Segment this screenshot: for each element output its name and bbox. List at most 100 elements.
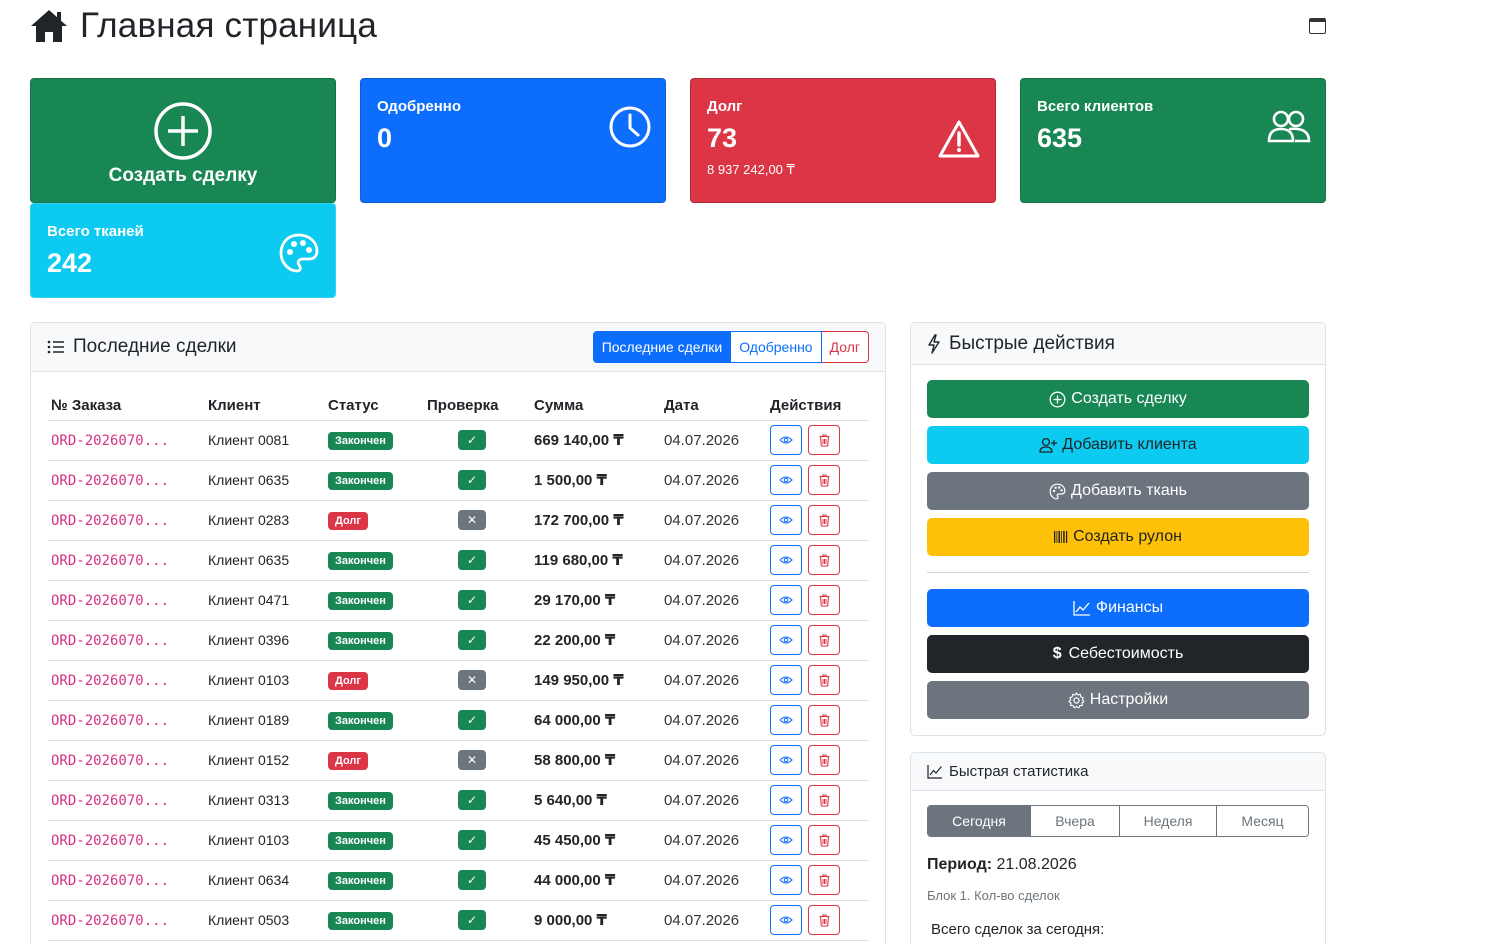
delete-button[interactable]: [808, 505, 840, 535]
check-cell: ✕: [423, 500, 530, 541]
period-tab-week[interactable]: Неделя: [1119, 806, 1216, 836]
period-tab-yesterday[interactable]: Вчера: [1030, 806, 1119, 836]
amount-value: 172 700,00 ₸: [534, 512, 624, 529]
date-cell: 04.07.2026: [660, 820, 766, 861]
quick-create-deal-label: Создать сделку: [1071, 390, 1187, 407]
table-row: ORD-2026070... Клиент 0103 Долг ✕ 149 950,00…: [47, 660, 869, 701]
col-check[interactable]: Проверка: [423, 385, 530, 421]
order-cell: ORD-2026070...: [47, 780, 204, 821]
order-link[interactable]: ORD-2026070...: [51, 553, 169, 569]
order-link[interactable]: ORD-2026070...: [51, 593, 169, 609]
quick-actions-header: Быстрые действия: [911, 323, 1325, 365]
view-button[interactable]: [770, 665, 802, 695]
tab-approved[interactable]: Одобренно: [731, 331, 822, 363]
amount-value: 45 450,00 ₸: [534, 832, 616, 849]
date-cell: 04.07.2026: [660, 580, 766, 621]
order-link[interactable]: ORD-2026070...: [51, 873, 169, 889]
amount-cell: 45 450,00 ₸: [530, 820, 660, 861]
client-cell: Клиент 0635: [204, 460, 324, 501]
view-button[interactable]: [770, 905, 802, 935]
delete-button[interactable]: [808, 825, 840, 855]
date-value: 04.07.2026: [664, 431, 740, 449]
status-badge: Закончен: [328, 711, 393, 730]
debt-value: 73: [707, 123, 738, 153]
quick-create-roll-button[interactable]: Создать рулон: [927, 518, 1309, 556]
order-link[interactable]: ORD-2026070...: [51, 833, 169, 849]
client-cell: Клиент 0103: [204, 820, 324, 861]
plus-circle-icon: [154, 102, 212, 160]
debt-card[interactable]: Долг 73 8 937 242,00 ₸: [690, 78, 996, 203]
delete-button[interactable]: [808, 625, 840, 655]
period-tab-today[interactable]: Сегодня: [928, 806, 1030, 836]
amount-cell: 64 000,00 ₸: [530, 700, 660, 741]
order-link[interactable]: ORD-2026070...: [51, 433, 169, 449]
amount-value: 1 500,00 ₸: [534, 472, 607, 489]
col-actions: Действия: [766, 385, 869, 421]
quick-add-fabric-button[interactable]: Добавить ткань: [927, 472, 1309, 510]
delete-button[interactable]: [808, 865, 840, 895]
fabrics-card[interactable]: Всего тканей 242: [30, 203, 336, 298]
delete-button[interactable]: [808, 745, 840, 775]
client-name: Клиент 0396: [208, 632, 290, 648]
view-button[interactable]: [770, 505, 802, 535]
view-button[interactable]: [770, 625, 802, 655]
create-deal-card[interactable]: Создать сделку: [30, 78, 336, 203]
quick-finance-button[interactable]: Финансы: [927, 589, 1309, 627]
eye-icon: [779, 476, 793, 484]
col-amount[interactable]: Сумма: [530, 385, 660, 421]
col-date[interactable]: Дата: [660, 385, 766, 421]
eye-icon: [779, 836, 793, 844]
quick-settings-button[interactable]: Настройки: [927, 681, 1309, 719]
check-cell: ✓: [423, 820, 530, 861]
delete-button[interactable]: [808, 785, 840, 815]
date-cell: 04.07.2026: [660, 460, 766, 501]
view-button[interactable]: [770, 425, 802, 455]
order-link[interactable]: ORD-2026070...: [51, 793, 169, 809]
check-icon: ✓: [458, 790, 486, 810]
delete-button[interactable]: [808, 425, 840, 455]
col-client[interactable]: Клиент: [204, 385, 324, 421]
order-link[interactable]: ORD-2026070...: [51, 753, 169, 769]
view-button[interactable]: [770, 705, 802, 735]
view-button[interactable]: [770, 745, 802, 775]
delete-button[interactable]: [808, 585, 840, 615]
date-value: 04.07.2026: [664, 551, 740, 569]
delete-button[interactable]: [808, 665, 840, 695]
amount-cell: 9 000,00 ₸: [530, 900, 660, 941]
window-icon[interactable]: [1309, 18, 1326, 34]
tab-recent-deals[interactable]: Последние сделки: [592, 331, 732, 363]
approved-card[interactable]: Одобренно 0: [360, 78, 666, 203]
quick-add-client-button[interactable]: Добавить клиента: [927, 426, 1309, 464]
view-button[interactable]: [770, 585, 802, 615]
tab-debt[interactable]: Долг: [821, 331, 869, 363]
table-row: ORD-2026070... Клиент 0635 Закончен ✓ 119 68…: [47, 540, 869, 581]
view-button[interactable]: [770, 545, 802, 575]
delete-button[interactable]: [808, 545, 840, 575]
delete-button[interactable]: [808, 905, 840, 935]
actions-cell: [766, 460, 869, 501]
order-link[interactable]: ORD-2026070...: [51, 713, 169, 729]
client-cell: Клиент 0081: [204, 420, 324, 461]
view-button[interactable]: [770, 865, 802, 895]
view-button[interactable]: [770, 785, 802, 815]
quick-add-fabric-label: Добавить ткань: [1071, 482, 1187, 499]
view-button[interactable]: [770, 825, 802, 855]
order-link[interactable]: ORD-2026070...: [51, 913, 169, 929]
clients-card[interactable]: Всего клиентов 635: [1020, 78, 1326, 203]
check-icon: ✓: [458, 870, 486, 890]
amount-cell: 22 200,00 ₸: [530, 620, 660, 661]
order-link[interactable]: ORD-2026070...: [51, 473, 169, 489]
col-status[interactable]: Статус: [324, 385, 423, 421]
date-value: 04.07.2026: [664, 831, 740, 849]
quick-create-deal-button[interactable]: Создать сделку: [927, 380, 1309, 418]
order-link[interactable]: ORD-2026070...: [51, 633, 169, 649]
delete-button[interactable]: [808, 705, 840, 735]
delete-button[interactable]: [808, 465, 840, 495]
quick-cost-button[interactable]: $ Себестоимость: [927, 635, 1309, 673]
col-order[interactable]: № Заказа: [47, 385, 204, 421]
client-cell: Клиент 0283: [204, 500, 324, 541]
order-link[interactable]: ORD-2026070...: [51, 673, 169, 689]
period-tab-month[interactable]: Месяц: [1216, 806, 1308, 836]
view-button[interactable]: [770, 465, 802, 495]
order-link[interactable]: ORD-2026070...: [51, 513, 169, 529]
